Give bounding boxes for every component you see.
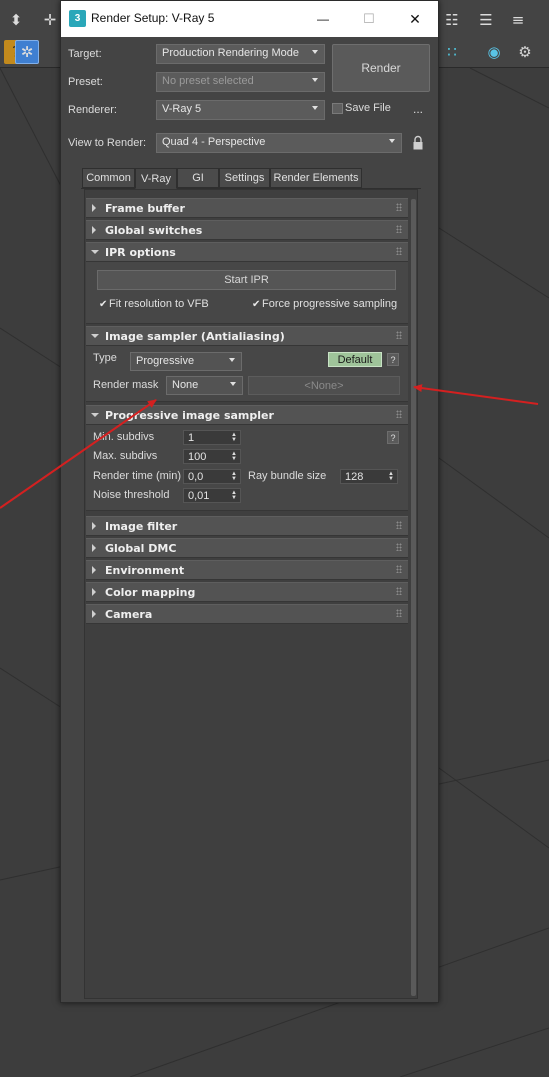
annotation-arrow-render-mask-label [0, 399, 157, 509]
annotation-arrows [0, 384, 539, 509]
annotation-arrow-render-mask [413, 384, 539, 405]
